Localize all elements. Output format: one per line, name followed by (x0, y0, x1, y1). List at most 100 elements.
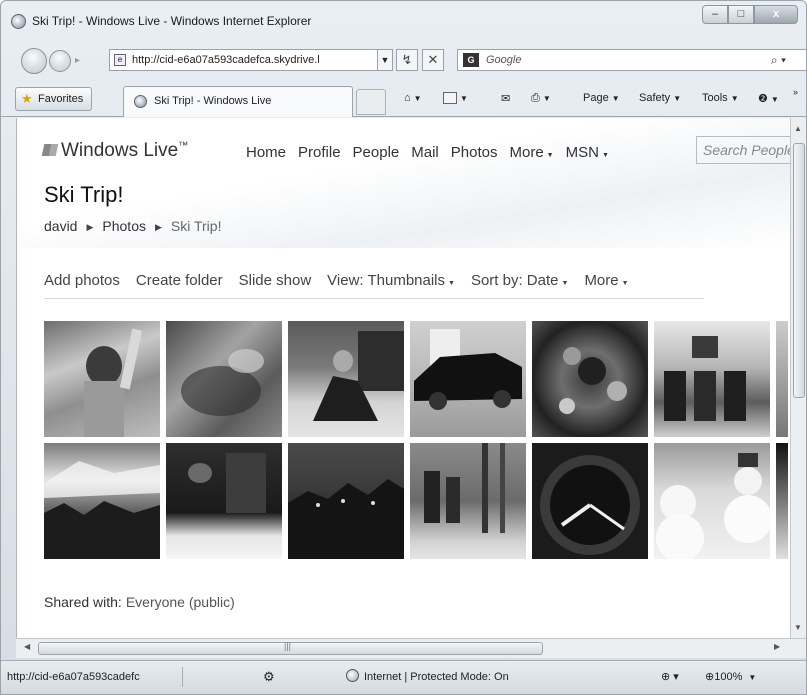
photo-thumbnail[interactable] (410, 321, 526, 437)
protected-mode-icon[interactable]: ⊕ ▾ (661, 667, 679, 687)
maximize-button[interactable]: □ (728, 5, 754, 24)
tab-label: Ski Trip! - Windows Live (154, 95, 272, 107)
search-input[interactable]: G Google ⌕ ▾ (457, 49, 806, 71)
back-button[interactable] (21, 48, 47, 74)
status-bar: http://cid-e6a07a593cadefc ⚙ Internet | … (1, 660, 806, 694)
scroll-down-icon[interactable]: ▼ (794, 623, 802, 632)
mail-icon[interactable]: ✉ (501, 92, 510, 105)
scroll-left-icon[interactable]: ◀ (24, 642, 30, 651)
breadcrumb-arrow-icon: ▶ (86, 222, 94, 232)
search-placeholder: Google (486, 54, 522, 66)
new-tab-button[interactable] (356, 89, 386, 115)
town-at-night-image (288, 479, 404, 559)
photo-thumbnail[interactable] (654, 443, 772, 562)
stop-icon[interactable]: ✕ (422, 49, 444, 71)
breadcrumb: david ▶ Photos ▶ Ski Trip! (44, 218, 221, 234)
address-dropdown-icon[interactable]: ▼ (377, 49, 393, 71)
zoom-label: 100% (714, 671, 743, 683)
print-icon[interactable]: ⎙ ▼ (531, 92, 551, 105)
nav-people[interactable]: People (353, 144, 400, 161)
nav-photos[interactable]: Photos (451, 144, 498, 161)
window-title: Ski Trip! - Windows Live - Windows Inter… (32, 14, 312, 28)
create-folder-button[interactable]: Create folder (136, 272, 223, 289)
horizontal-scroll-thumb[interactable]: ||| (38, 641, 543, 655)
horizontal-scrollbar[interactable]: ◀ ||| ▶ (16, 638, 806, 658)
photo-thumbnail[interactable] (288, 443, 404, 559)
photo-thumbnail[interactable] (44, 443, 160, 559)
page-menu[interactable]: Page ▼ (583, 92, 620, 104)
minimize-button[interactable]: – (702, 5, 728, 24)
photo-thumbnail[interactable] (410, 443, 526, 559)
recent-pages-icon[interactable]: ▸ (75, 55, 80, 66)
child-on-beach-image (84, 328, 143, 437)
address-bar[interactable]: e http://cid-e6a07a593cadefca.skydrive.l (109, 49, 391, 71)
security-zone-label: Internet | Protected Mode: On (364, 671, 509, 683)
breadcrumb-current: Ski Trip! (170, 218, 222, 234)
site-nav: Home Profile People Mail Photos More ▼ MS… (246, 144, 621, 161)
feeds-icon[interactable]: ▼ (443, 92, 468, 105)
snowman-image (656, 453, 772, 562)
vertical-scrollbar[interactable]: ▲ ▼ (790, 118, 806, 638)
search-icon[interactable]: ⌕ ▾ (771, 50, 786, 70)
add-photos-button[interactable]: Add photos (44, 272, 120, 289)
addon-icon[interactable]: ⚙ (263, 667, 275, 687)
nav-profile[interactable]: Profile (298, 144, 341, 161)
photo-thumbnail[interactable] (166, 321, 282, 437)
home-icon[interactable]: ⌂ ▼ (404, 92, 422, 104)
help-icon[interactable]: ❷ ▼ (758, 92, 779, 105)
photo-thumbnail[interactable] (288, 321, 404, 437)
album-toolbar: Add photos Create folder Slide show View… (44, 272, 645, 289)
photo-thumbnail[interactable] (44, 321, 160, 437)
photo-thumbnail[interactable] (532, 443, 648, 559)
people-search-input[interactable]: Search People (696, 136, 790, 164)
close-button[interactable]: x (754, 5, 798, 24)
mountain-forest-image (44, 461, 160, 559)
wristwatch-image (540, 455, 640, 555)
flowers-image (559, 347, 627, 414)
refresh-icon[interactable]: ↯ (396, 49, 418, 71)
breadcrumb-david[interactable]: david (44, 218, 77, 234)
title-bar: Ski Trip! - Windows Live - Windows Inter… (1, 1, 806, 41)
zoom-control[interactable]: ⊕100% ▼ (705, 667, 756, 687)
nav-msn-label: MSN (565, 144, 599, 161)
safety-menu[interactable]: Safety ▼ (639, 92, 681, 104)
tools-menu[interactable]: Tools ▼ (702, 92, 739, 104)
black-limousine-image (414, 329, 522, 410)
breadcrumb-photos[interactable]: Photos (102, 218, 146, 234)
photo-thumbnail-partial[interactable] (776, 443, 788, 559)
more-menu[interactable]: More ▼ (584, 272, 628, 289)
tab-ski-trip[interactable]: Ski Trip! - Windows Live (123, 86, 353, 117)
forward-button[interactable] (49, 50, 71, 72)
sharing-info: Shared with: Everyone (public) (44, 594, 235, 610)
dark-room-image (188, 453, 266, 513)
nav-home[interactable]: Home (246, 144, 286, 161)
photo-thumbnail[interactable] (166, 443, 282, 559)
person-sitting-image (313, 331, 404, 421)
garden-plants-image (181, 349, 264, 416)
nav-msn[interactable]: MSN ▼ (566, 144, 609, 161)
star-icon: ★ (21, 91, 33, 106)
safety-menu-label: Safety (639, 92, 671, 104)
sort-menu[interactable]: Sort by: Date ▼ (471, 272, 568, 289)
shared-value-link[interactable]: Everyone (public) (126, 594, 235, 610)
windows-live-logo[interactable]: Windows Live™ (41, 140, 188, 162)
slide-show-button[interactable]: Slide show (239, 272, 312, 289)
vertical-scroll-thumb[interactable] (793, 143, 805, 398)
chevron-more-icon[interactable]: » (793, 87, 798, 97)
nav-more[interactable]: More ▼ (509, 144, 553, 161)
security-zone[interactable]: Internet | Protected Mode: On (346, 667, 509, 687)
scroll-right-icon[interactable]: ▶ (774, 642, 780, 651)
favorites-button[interactable]: ★ Favorites (15, 87, 93, 111)
photo-thumbnail[interactable] (532, 321, 648, 437)
scroll-up-icon[interactable]: ▲ (794, 124, 802, 133)
sort-menu-label: Sort by: Date (470, 272, 559, 289)
view-menu[interactable]: View: Thumbnails ▼ (327, 272, 455, 289)
address-row: ▸ e http://cid-e6a07a593cadefca.skydrive… (1, 45, 806, 77)
tools-menu-label: Tools (702, 92, 728, 104)
nav-mail[interactable]: Mail (411, 144, 439, 161)
kitchen-stools-image (664, 336, 746, 421)
browser-window: Ski Trip! - Windows Live - Windows Inter… (0, 0, 807, 695)
favorites-label: Favorites (38, 93, 84, 105)
photo-thumbnail[interactable] (654, 321, 770, 437)
photo-thumbnail-partial[interactable] (776, 321, 788, 437)
